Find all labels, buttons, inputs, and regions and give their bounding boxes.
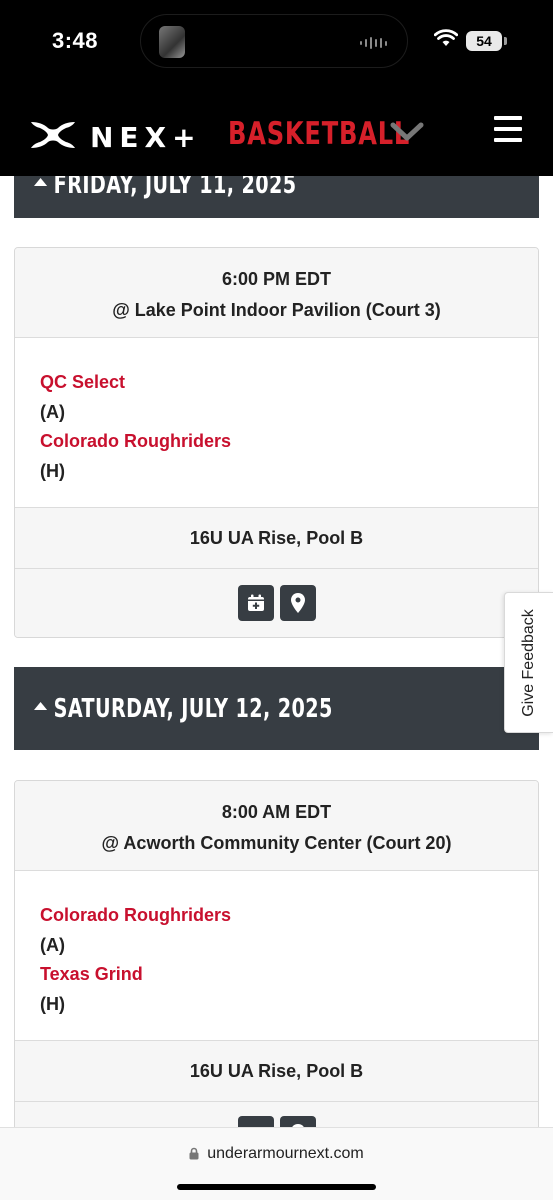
browser-address-bar[interactable]: underarmournext.com bbox=[0, 1127, 553, 1200]
hamburger-menu-icon[interactable] bbox=[494, 116, 522, 142]
brand-next-logo: NEX+ bbox=[90, 121, 202, 154]
home-indicator[interactable] bbox=[177, 1184, 376, 1190]
now-playing-thumbnail bbox=[159, 26, 185, 58]
chevron-down-icon[interactable] bbox=[390, 122, 424, 142]
game-teams: QC Select (A) Colorado Roughriders (H) bbox=[15, 338, 538, 507]
day-label: FRIDAY, JULY 11, 2025 bbox=[53, 176, 297, 200]
battery-indicator: 54 bbox=[466, 31, 507, 51]
add-to-calendar-button[interactable] bbox=[237, 585, 274, 621]
map-pin-icon bbox=[290, 593, 305, 613]
give-feedback-tab[interactable]: Give Feedback bbox=[504, 592, 553, 733]
game-time: 8:00 AM EDT bbox=[221, 802, 332, 822]
game-info: 6:00 PM EDT @ Lake Point Indoor Pavilion… bbox=[15, 248, 538, 338]
status-bar: 3:48 54 bbox=[0, 0, 553, 88]
url-text[interactable]: underarmournext.com bbox=[207, 1145, 364, 1162]
day-label: SATURDAY, JULY 12, 2025 bbox=[53, 694, 333, 724]
caret-up-icon bbox=[34, 701, 48, 710]
give-feedback-label: Give Feedback bbox=[520, 609, 537, 717]
sport-selector[interactable]: BASKETBALL bbox=[228, 116, 410, 152]
status-time: 3:48 bbox=[52, 28, 99, 53]
caret-up-icon bbox=[34, 177, 48, 186]
home-tag: (H) bbox=[40, 460, 65, 481]
home-team-link[interactable]: Colorado Roughriders bbox=[40, 427, 513, 457]
division-label: 16U UA Rise, Pool B bbox=[15, 507, 538, 569]
away-team-link[interactable]: QC Select bbox=[40, 368, 513, 398]
calendar-plus-icon bbox=[247, 594, 264, 611]
away-team-link[interactable]: Colorado Roughriders bbox=[40, 901, 513, 931]
location-button[interactable] bbox=[279, 585, 316, 621]
under-armour-logo[interactable] bbox=[28, 120, 78, 150]
dynamic-island bbox=[140, 14, 408, 68]
away-tag: (A) bbox=[40, 401, 65, 422]
day-header[interactable]: FRIDAY, JULY 11, 2025 bbox=[14, 176, 539, 218]
lock-icon bbox=[189, 1147, 199, 1160]
wifi-icon bbox=[434, 29, 458, 46]
game-venue: @ Acworth Community Center (Court 20) bbox=[101, 833, 452, 853]
home-tag: (H) bbox=[40, 993, 65, 1014]
game-actions bbox=[15, 569, 538, 637]
home-team-link[interactable]: Texas Grind bbox=[40, 960, 513, 990]
game-teams: Colorado Roughriders (A) Texas Grind (H) bbox=[15, 871, 538, 1040]
game-card: 8:00 AM EDT @ Acworth Community Center (… bbox=[14, 780, 539, 1171]
division-label: 16U UA Rise, Pool B bbox=[15, 1040, 538, 1102]
game-card: 6:00 PM EDT @ Lake Point Indoor Pavilion… bbox=[14, 247, 539, 638]
day-header[interactable]: SATURDAY, JULY 12, 2025 bbox=[14, 667, 539, 750]
game-time: 6:00 PM EDT bbox=[221, 269, 332, 289]
away-tag: (A) bbox=[40, 934, 65, 955]
game-venue: @ Lake Point Indoor Pavilion (Court 3) bbox=[112, 300, 441, 320]
game-info: 8:00 AM EDT @ Acworth Community Center (… bbox=[15, 781, 538, 871]
audio-wave-icon bbox=[360, 37, 387, 49]
